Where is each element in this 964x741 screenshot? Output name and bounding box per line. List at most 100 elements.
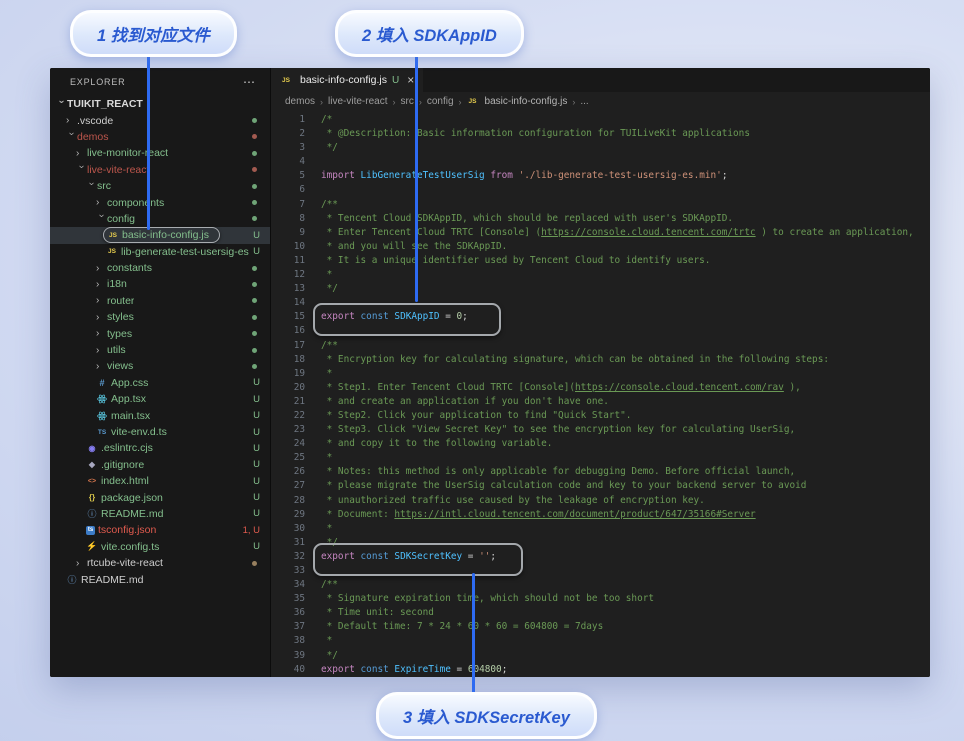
git-status-badge: U <box>253 246 260 257</box>
breadcrumb-separator-icon: › <box>320 97 323 107</box>
tree-root-tuikit-react[interactable]: › TUIKIT_REACT <box>50 96 270 112</box>
breadcrumb-item[interactable]: demos <box>285 96 315 107</box>
tree-item-demos[interactable]: ›demos <box>50 129 270 145</box>
code-line-39[interactable]: 39 */ <box>271 649 930 663</box>
tree-item-app-css[interactable]: #App.cssU <box>50 375 270 391</box>
tree-item-index-html[interactable]: <>index.htmlU <box>50 473 270 489</box>
code-line-15[interactable]: 15export const SDKAppID = 0; <box>271 310 930 324</box>
tree-item-package-json[interactable]: {}package.jsonU <box>50 489 270 505</box>
breadcrumb-tail[interactable]: ... <box>580 96 588 107</box>
code-line-26[interactable]: 26 * Notes: this method is only applicab… <box>271 465 930 479</box>
close-icon[interactable]: × <box>407 73 414 87</box>
code-line-18[interactable]: 18 * Encryption key for calculating sign… <box>271 353 930 367</box>
code-line-1[interactable]: 1/* <box>271 113 930 127</box>
tree-item-inner: tstsconfig.json <box>86 524 156 536</box>
code-line-40[interactable]: 40export const ExpireTime = 604800; <box>271 663 930 677</box>
tree-item-main-tsx[interactable]: main.tsxU <box>50 407 270 423</box>
code-area[interactable]: 1/*2 * @Description: Basic information c… <box>271 111 930 677</box>
code-line-21[interactable]: 21 * and create an application if you do… <box>271 395 930 409</box>
tree-item-inner: ◉.eslintrc.cjs <box>86 442 153 454</box>
tree-item-config[interactable]: ›config <box>50 211 270 227</box>
json-file-icon: {} <box>86 492 98 503</box>
code-line-13[interactable]: 13 */ <box>271 282 930 296</box>
tree-item-rtcube-vite-react[interactable]: ›rtcube-vite-react <box>50 555 270 571</box>
tree-item-label: main.tsx <box>111 410 150 422</box>
code-line-33[interactable]: 33 <box>271 564 930 578</box>
tree-item-gitignore[interactable]: ◆.gitignoreU <box>50 457 270 473</box>
code-line-17[interactable]: 17/** <box>271 339 930 353</box>
code-line-38[interactable]: 38 * <box>271 634 930 648</box>
breadcrumb-item[interactable]: src <box>400 96 413 107</box>
tree-item-i18n[interactable]: ›i18n <box>50 276 270 292</box>
code-line-16[interactable]: 16 <box>271 324 930 338</box>
tree-item-label: .eslintrc.cjs <box>101 442 153 454</box>
code-line-29[interactable]: 29 * Document: https://intl.cloud.tencen… <box>271 508 930 522</box>
tree-item-vscode[interactable]: ›.vscode <box>50 112 270 128</box>
tree-item-lib-generate-test-usersig-es-min-js[interactable]: JSlib-generate-test-usersig-es.min.jsU <box>50 244 270 260</box>
code-line-14[interactable]: 14 <box>271 296 930 310</box>
tree-item-constants[interactable]: ›constants <box>50 260 270 276</box>
tree-item-readme-md[interactable]: ⓘREADME.md <box>50 571 270 587</box>
code-line-2[interactable]: 2 * @Description: Basic information conf… <box>271 127 930 141</box>
line-number: 40 <box>271 663 305 677</box>
more-actions-icon[interactable]: ⋯ <box>243 75 256 89</box>
tree-item-utils[interactable]: ›utils <box>50 342 270 358</box>
code-line-36[interactable]: 36 * Time unit: second <box>271 606 930 620</box>
code-line-27[interactable]: 27 * please migrate the UserSig calculat… <box>271 479 930 493</box>
breadcrumb-file[interactable]: JSbasic-info-config.js <box>467 96 568 107</box>
explorer-header: EXPLORER ⋯ <box>50 68 270 96</box>
tree-item-app-tsx[interactable]: App.tsxU <box>50 391 270 407</box>
code-line-35[interactable]: 35 * Signature expiration time, which sh… <box>271 592 930 606</box>
html-file-icon: <> <box>86 476 98 487</box>
tree-item-components[interactable]: ›components <box>50 194 270 210</box>
code-line-23[interactable]: 23 * Step3. Click "View Secret Key" to s… <box>271 423 930 437</box>
code-line-5[interactable]: 5import LibGenerateTestUserSig from './l… <box>271 169 930 183</box>
code-line-32[interactable]: 32export const SDKSecretKey = ''; <box>271 550 930 564</box>
tree-item-basic-info-config-js[interactable]: JSbasic-info-config.jsU <box>50 227 270 243</box>
breadcrumb-item[interactable]: live-vite-react <box>328 96 387 107</box>
line-number: 15 <box>271 310 305 324</box>
breadcrumb-item[interactable]: config <box>427 96 454 107</box>
git-status-badge: U <box>253 230 260 241</box>
code-line-4[interactable]: 4 <box>271 155 930 169</box>
tree-item-router[interactable]: ›router <box>50 293 270 309</box>
tree-item-vite-config-ts[interactable]: ⚡vite.config.tsU <box>50 539 270 555</box>
code-line-25[interactable]: 25 * <box>271 451 930 465</box>
tree-item-types[interactable]: ›types <box>50 325 270 341</box>
tree-item-styles[interactable]: ›styles <box>50 309 270 325</box>
code-line-19[interactable]: 19 * <box>271 367 930 381</box>
code-line-text: * please migrate the UserSig calculation… <box>321 479 806 493</box>
code-line-7[interactable]: 7/** <box>271 198 930 212</box>
line-number: 4 <box>271 155 305 169</box>
tree-item-inner: {}package.json <box>86 492 163 504</box>
tree-item-tsconfig-json[interactable]: tstsconfig.json1, U <box>50 522 270 538</box>
tree-item-readme-md[interactable]: ⓘREADME.mdU <box>50 506 270 522</box>
code-line-6[interactable]: 6 <box>271 183 930 197</box>
code-line-30[interactable]: 30 * <box>271 522 930 536</box>
tree-item-label: .gitignore <box>101 459 144 471</box>
code-line-12[interactable]: 12 * <box>271 268 930 282</box>
tab-basic-info-config[interactable]: JS basic-info-config.js U × <box>271 68 423 92</box>
tree-item-live-vite-react[interactable]: ›live-vite-react <box>50 162 270 178</box>
code-line-31[interactable]: 31 */ <box>271 536 930 550</box>
tree-item-views[interactable]: ›views <box>50 358 270 374</box>
code-line-28[interactable]: 28 * unauthorized traffic use caused by … <box>271 494 930 508</box>
tree-item-eslintrc-cjs[interactable]: ◉.eslintrc.cjsU <box>50 440 270 456</box>
tree-item-vite-env-d-ts[interactable]: TSvite-env.d.tsU <box>50 424 270 440</box>
code-line-37[interactable]: 37 * Default time: 7 * 24 * 60 * 60 = 60… <box>271 620 930 634</box>
code-line-34[interactable]: 34/** <box>271 578 930 592</box>
code-line-8[interactable]: 8 * Tencent Cloud SDKAppID, which should… <box>271 212 930 226</box>
git-status-badge: U <box>253 394 260 405</box>
tree-item-src[interactable]: ›src <box>50 178 270 194</box>
code-line-20[interactable]: 20 * Step1. Enter Tencent Cloud TRTC [Co… <box>271 381 930 395</box>
code-line-10[interactable]: 10 * and you will see the SDKAppID. <box>271 240 930 254</box>
chevron-right-icon: › <box>96 197 107 208</box>
code-line-24[interactable]: 24 * and copy it to the following variab… <box>271 437 930 451</box>
tree-item-live-monitor-react[interactable]: ›live-monitor-react <box>50 145 270 161</box>
tree-item-label: demos <box>77 131 109 143</box>
tree-item-inner: ›i18n <box>96 278 127 290</box>
code-line-11[interactable]: 11 * It is a unique identifier used by T… <box>271 254 930 268</box>
code-line-22[interactable]: 22 * Step2. Click your application to fi… <box>271 409 930 423</box>
code-line-3[interactable]: 3 */ <box>271 141 930 155</box>
code-line-9[interactable]: 9 * Enter Tencent Cloud TRTC [Console] (… <box>271 226 930 240</box>
